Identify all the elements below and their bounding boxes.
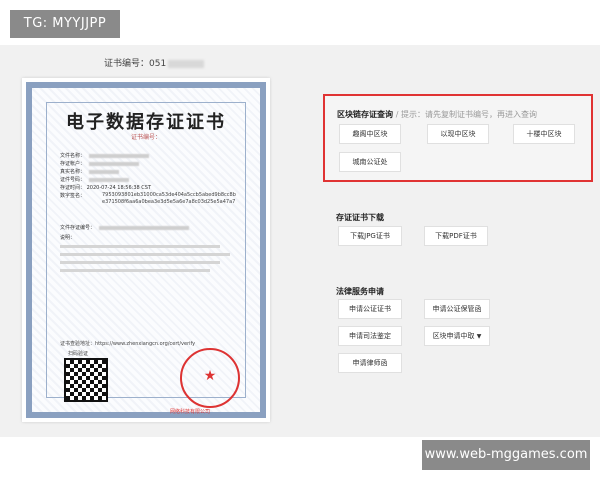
- blockchain-query-box: 区块链存证查询 / 提示：请先复制证书编号，再进入查询 趣阁中区块 以现中区块 …: [323, 94, 593, 182]
- field-row: 真实名称：: [60, 168, 120, 175]
- field-row: 存证帐户：: [60, 160, 140, 167]
- download-jpg-button[interactable]: 下载JPG证书: [338, 226, 402, 246]
- query-button[interactable]: 趣阁中区块: [339, 124, 401, 144]
- hash-line: 7953093801eb31000ca53de404a5ccb5abed9b8c…: [102, 192, 236, 198]
- note-line: [60, 268, 210, 274]
- hash-line: e371508f6aa6a0bea3e3d5e5a6e7a8c03d25e5a4…: [102, 199, 236, 205]
- query-button[interactable]: 城南公证处: [339, 152, 401, 172]
- download-pdf-button[interactable]: 下载PDF证书: [424, 226, 488, 246]
- star-icon: ★: [203, 368, 217, 384]
- certificate-title: 电子数据存证证书: [66, 112, 226, 133]
- query-title: 区块链存证查询 / 提示：请先复制证书编号，再进入查询: [337, 110, 538, 119]
- field-row: 文件名称：: [60, 152, 150, 159]
- field-row: 文件存证编号：: [60, 224, 190, 231]
- note-line: [60, 260, 220, 266]
- note-line: [60, 252, 230, 258]
- red-seal-stamp: ★: [180, 348, 240, 408]
- note-line: [60, 244, 220, 250]
- legal-button[interactable]: 申请律师函: [338, 353, 402, 373]
- legal-button[interactable]: 申请公证保管函: [424, 299, 490, 319]
- field-row: 证件号码：: [60, 176, 130, 183]
- query-button[interactable]: 十楼中区块: [513, 124, 575, 144]
- legal-title: 法律服务申请: [336, 287, 384, 296]
- watermark-tag-bottom: www.web-mggames.com: [422, 440, 590, 470]
- legal-button[interactable]: 申请司法鉴定: [338, 326, 402, 346]
- certificate-border: 电子数据存证证书 证书编号： 文件名称： 存证帐户： 真实名称： 证件号码： 存…: [26, 82, 266, 418]
- stamp-text: 网络科技有限公司: [170, 409, 211, 415]
- verify-url: 证书查验地址：https://www.zhenxiangcn.org/cert/…: [60, 341, 196, 347]
- query-button[interactable]: 以现中区块: [427, 124, 489, 144]
- field-row: 存证时间： 2020-07-24 18:56:38 CST: [60, 185, 152, 191]
- field-row: 说明：: [60, 235, 76, 241]
- download-title: 存证证书下载: [336, 213, 384, 222]
- field-row: 数字签名：: [60, 193, 86, 199]
- certificate-preview: 电子数据存证证书 证书编号： 文件名称： 存证帐户： 真实名称： 证件号码： 存…: [22, 78, 270, 422]
- certificate-number: 证书编号：051: [104, 56, 205, 69]
- caret-down-icon: ▼: [476, 333, 482, 340]
- certificate-subtitle: 证书编号：: [130, 134, 161, 141]
- watermark-tag-top: TG: MYYJJPP: [10, 10, 120, 38]
- qr-code: [64, 358, 108, 402]
- qr-label: 扫码验证: [68, 351, 89, 357]
- legal-button[interactable]: 申请公证证书: [338, 299, 402, 319]
- legal-dropdown-button[interactable]: 区块申请中取 ▼: [424, 326, 490, 346]
